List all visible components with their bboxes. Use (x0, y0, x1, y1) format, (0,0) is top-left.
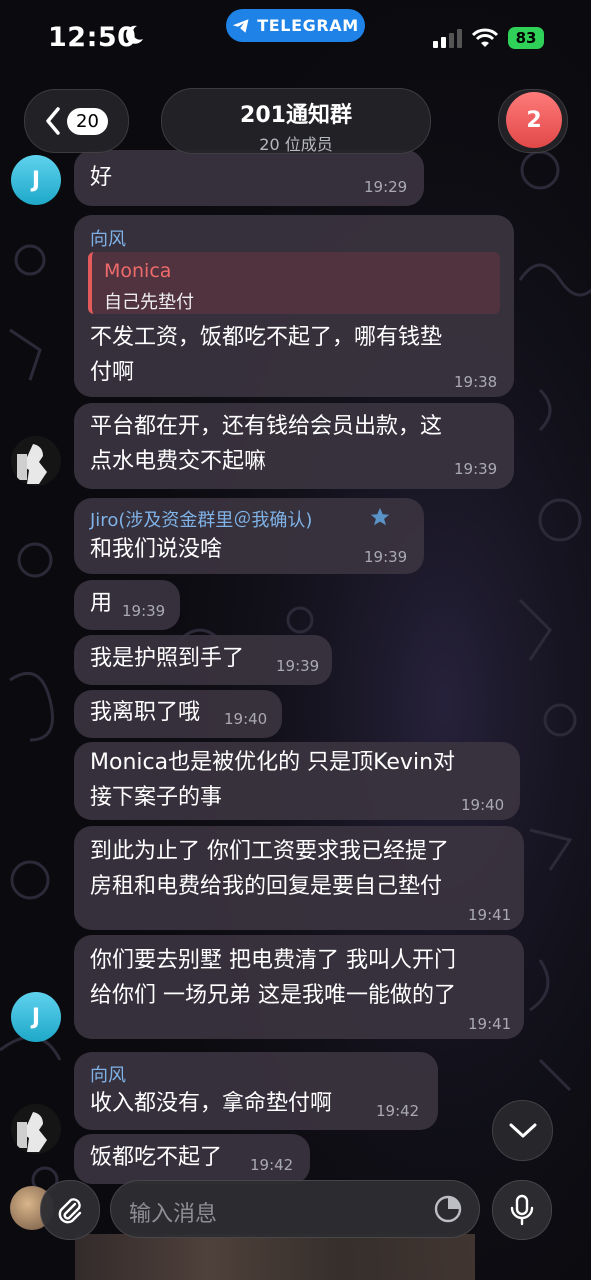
message-bubble[interactable]: 到此为止了 你们工资要求我已经提了 房租和电费给我的回复是要自己垫付 19:41 (74, 826, 524, 930)
attach-button[interactable] (40, 1180, 100, 1240)
message-text: 好 (90, 165, 113, 190)
message-text: 给你们 一场兄弟 这是我唯一能做的了 (90, 983, 456, 1008)
attach-icon (58, 1198, 82, 1224)
status-bar: 12:50 TELEGRAM 83 (0, 0, 591, 80)
system-icons: 83 (433, 27, 544, 49)
group-avatar-button[interactable]: 2 (498, 89, 568, 153)
scroll-to-bottom-button[interactable] (492, 1100, 553, 1161)
message-time: 19:39 (276, 657, 320, 675)
message-text: 点水电费交不起嘛 (90, 449, 267, 474)
mic-icon (510, 1194, 534, 1226)
message-time: 19:40 (461, 796, 505, 814)
message-time: 19:39 (122, 602, 166, 620)
group-avatar-badge: 2 (506, 92, 562, 148)
message-text: 我离职了哦 (90, 700, 201, 725)
telegram-plane-icon (232, 18, 249, 33)
telegram-label: TELEGRAM (257, 16, 359, 35)
battery-icon: 83 (508, 27, 544, 49)
back-chevron-icon (46, 107, 60, 135)
message-bubble[interactable]: 我是护照到手了 19:39 (74, 635, 332, 685)
message-bubble[interactable]: 向风 Monica 自己先垫付 不发工资，饭都吃不起了，哪有钱垫 付啊 19:3… (74, 215, 514, 397)
sender-name: 向风 (90, 229, 126, 250)
message-text: 和我们说没啥 (90, 537, 223, 562)
message-time: 19:39 (364, 548, 408, 566)
message-time: 19:29 (364, 178, 408, 196)
message-input-placeholder: 输入消息 (129, 1202, 218, 1227)
bottom-preview-strip (75, 1234, 475, 1280)
chat-title-button[interactable]: 201通知群 20 位成员 (161, 88, 431, 154)
composer-bar: 输入消息 (0, 1170, 591, 1280)
message-text: 到此为止了 你们工资要求我已经提了 (90, 839, 449, 864)
chat-title: 201通知群 (240, 103, 352, 128)
avatar-photo (11, 436, 61, 486)
chevron-down-icon (509, 1123, 536, 1137)
message-text: 接下案子的事 (90, 785, 223, 810)
message-bubble[interactable]: 你们要去别墅 把电费清了 我叫人开门 给你们 一场兄弟 这是我唯一能做的了 19… (74, 935, 524, 1039)
message-bubble[interactable]: Jiro(涉及资金群里＠我确认) 和我们说没啥 19:39 (74, 498, 424, 574)
sticker-icon[interactable] (433, 1194, 463, 1224)
sender-avatar[interactable]: J (11, 155, 61, 205)
chat-header: 20 201通知群 20 位成员 2 (0, 85, 591, 155)
sender-avatar[interactable] (11, 436, 61, 486)
message-text: 收入都没有，拿命垫付啊 (90, 1091, 333, 1116)
moon-icon (126, 25, 143, 44)
back-button[interactable]: 20 (24, 89, 129, 153)
message-text: 房租和电费给我的回复是要自己垫付 (90, 874, 443, 899)
message-input[interactable]: 输入消息 (110, 1180, 480, 1238)
message-text: 不发工资，饭都吃不起了，哪有钱垫 (90, 325, 443, 350)
message-time: 19:41 (468, 1015, 512, 1033)
message-bubble[interactable]: Monica也是被优化的 只是顶Kevin对 接下案子的事 19:40 (74, 742, 520, 820)
wifi-icon (472, 28, 498, 47)
message-bubble[interactable]: 向风 收入都没有，拿命垫付啊 19:42 (74, 1052, 438, 1130)
member-count: 20 位成员 (259, 135, 333, 154)
voice-record-button[interactable] (492, 1180, 552, 1240)
message-text: 用 (90, 591, 113, 616)
sender-avatar[interactable] (11, 1104, 61, 1154)
quote-text: 自己先垫付 (104, 292, 194, 313)
message-text: 我是护照到手了 (90, 646, 245, 671)
sender-name: 向风 (90, 1065, 126, 1086)
message-time: 19:39 (454, 460, 498, 478)
reply-quote[interactable]: Monica 自己先垫付 (88, 252, 500, 314)
message-time: 19:38 (454, 373, 498, 391)
message-time: 19:42 (376, 1102, 420, 1120)
message-time: 19:41 (468, 906, 512, 924)
message-text: 付啊 (90, 360, 135, 385)
quote-author: Monica (104, 260, 172, 282)
message-bubble[interactable]: 平台都在开，还有钱给会员出款，这 点水电费交不起嘛 19:39 (74, 403, 514, 489)
sender-avatar[interactable]: J (11, 992, 61, 1042)
telegram-pill[interactable]: TELEGRAM (226, 9, 365, 42)
message-text: 你们要去别墅 把电费清了 我叫人开门 (90, 948, 456, 973)
star-icon (370, 507, 390, 526)
message-text: Monica也是被优化的 只是顶Kevin对 (90, 750, 456, 775)
message-bubble[interactable]: 我离职了哦 19:40 (74, 690, 282, 738)
message-text: 平台都在开，还有钱给会员出款，这 (90, 414, 443, 439)
unread-count: 20 (67, 107, 108, 135)
message-bubble[interactable]: 好 19:29 (74, 150, 424, 206)
sender-name: Jiro(涉及资金群里＠我确认) (90, 510, 313, 531)
message-bubble[interactable]: 用 19:39 (74, 580, 180, 630)
avatar-photo (11, 1104, 61, 1154)
signal-icon (433, 28, 462, 48)
message-time: 19:40 (224, 710, 268, 728)
